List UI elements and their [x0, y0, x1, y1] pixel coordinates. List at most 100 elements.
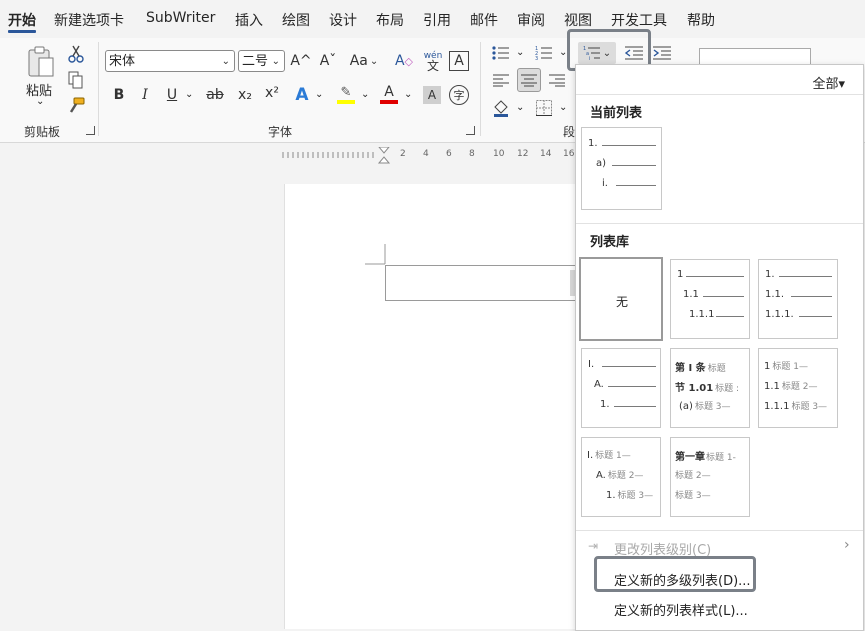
list-line: [608, 386, 656, 387]
level-label: 1.1.1: [689, 309, 715, 320]
tab-help[interactable]: 帮助: [687, 10, 715, 30]
align-center-icon[interactable]: [517, 68, 541, 92]
tab-review[interactable]: 审阅: [517, 10, 545, 30]
chevron-down-icon[interactable]: ⌄: [404, 89, 412, 100]
divider: [576, 530, 863, 531]
format-painter-icon[interactable]: [66, 96, 86, 116]
level-label: I. 标题 1—: [587, 450, 631, 461]
text-box[interactable]: [385, 265, 581, 301]
ruler-tick: 14: [540, 149, 552, 159]
italic-button[interactable]: I: [136, 85, 154, 105]
font-name-combo[interactable]: 宋体 ⌄: [105, 50, 235, 72]
list-style-heading-numeric[interactable]: 1 标题 1— 1.1 标题 2— 1.1.1 标题 3—: [758, 348, 838, 428]
chevron-down-icon[interactable]: ⌄: [361, 89, 369, 100]
level-label: 1.: [765, 269, 775, 280]
borders-icon[interactable]: [534, 98, 554, 118]
font-color-icon[interactable]: A: [378, 82, 400, 106]
list-line: [686, 276, 744, 277]
phonetic-bottom: 文: [426, 59, 439, 73]
list-line: [616, 185, 656, 186]
font-size-value: 二号: [242, 54, 269, 69]
paste-dropdown-icon[interactable]: ⌄: [36, 96, 44, 107]
superscript-button[interactable]: x²: [262, 83, 282, 103]
tab-view[interactable]: 视图: [564, 10, 592, 30]
level-label: a): [596, 158, 607, 169]
tab-references[interactable]: 引用: [423, 10, 451, 30]
subscript-button[interactable]: x₂: [235, 85, 255, 105]
list-style-roman[interactable]: I. A. 1.: [581, 348, 661, 428]
chevron-down-icon[interactable]: ⌄: [185, 89, 193, 100]
tab-draw[interactable]: 绘图: [282, 10, 310, 30]
align-right-icon[interactable]: [547, 71, 567, 89]
font-group-label: 字体: [268, 125, 293, 139]
align-left-icon[interactable]: [491, 71, 511, 89]
char-border-button[interactable]: A: [449, 51, 469, 71]
font-launcher-icon[interactable]: [466, 126, 475, 135]
paragraph-group-label: 段: [563, 125, 576, 139]
list-line: [614, 406, 656, 407]
level-label: i.: [602, 178, 608, 189]
phonetic-guide-button[interactable]: wén 文: [422, 48, 444, 74]
tab-subwriter[interactable]: SubWriter: [146, 10, 215, 26]
list-style-article-section[interactable]: 第 Ⅰ 条标题 节 1.01 标题 : (a) 标题 3—: [670, 348, 750, 428]
divider: [576, 223, 863, 224]
tab-developer[interactable]: 开发工具: [611, 10, 667, 30]
change-case-label: Aa: [349, 53, 368, 69]
cut-icon[interactable]: [66, 44, 86, 64]
list-style-numeric[interactable]: 1 1.1 1.1.1: [670, 259, 750, 339]
list-style-none[interactable]: 无: [579, 257, 663, 341]
level-label: 1.1.1.: [765, 309, 794, 320]
level-label: I.: [588, 359, 595, 370]
define-multilevel-highlight-box: [594, 556, 756, 592]
list-style-numeric-dotted[interactable]: 1. 1.1. 1.1.1.: [758, 259, 838, 339]
chevron-down-icon[interactable]: ⌄: [315, 89, 323, 100]
current-list-thumbnail[interactable]: 1. a) i.: [581, 127, 662, 210]
change-case-button[interactable]: Aa ⌄: [346, 50, 382, 72]
font-size-combo[interactable]: 二号 ⌄: [238, 50, 285, 72]
tab-home[interactable]: 开始: [8, 10, 36, 30]
shrink-font-button[interactable]: Aˇ: [317, 50, 339, 72]
copy-icon[interactable]: [66, 70, 86, 90]
ruler-tick: 6: [446, 149, 452, 159]
paste-icon[interactable]: [24, 44, 58, 80]
list-line: [703, 296, 744, 297]
filter-all-dropdown[interactable]: 全部▾: [812, 73, 845, 92]
tab-design[interactable]: 设计: [329, 10, 357, 30]
char-shading-button[interactable]: A: [423, 86, 441, 104]
tab-insert[interactable]: 插入: [235, 10, 263, 30]
highlighter-icon[interactable]: ✎: [335, 82, 357, 106]
chevron-down-icon[interactable]: ⌄: [559, 102, 567, 113]
level-label: 1.1.1 标题 3—: [764, 401, 828, 412]
tab-new-tab[interactable]: 新建选项卡: [54, 10, 124, 30]
level-label: 1.1.: [765, 289, 785, 300]
ruler-tick: 12: [517, 149, 529, 159]
clipboard-launcher-icon[interactable]: [86, 126, 95, 135]
none-label: 无: [616, 295, 629, 309]
text-effects-icon[interactable]: A: [292, 84, 312, 106]
define-list-style-item[interactable]: 定义新的列表样式(L)...: [614, 600, 748, 619]
tab-mailings[interactable]: 邮件: [470, 10, 498, 30]
tab-layout[interactable]: 布局: [376, 10, 404, 30]
group-divider: [480, 42, 481, 136]
numbering-icon[interactable]: 123: [534, 44, 554, 62]
list-line: [602, 366, 656, 367]
level-label: 第一章标题 1-: [675, 452, 736, 463]
multilevel-list-dropdown: 全部▾ 当前列表 1. a) i. 列表库 无 1 1.1 1.1.1 1. 1…: [575, 64, 864, 631]
shading-icon[interactable]: [491, 98, 511, 118]
list-style-chapter[interactable]: 第一章标题 1- 标题 2— 标题 3—: [670, 437, 750, 517]
list-line: [779, 276, 832, 277]
ribbon-tabs: 开始 新建选项卡 SubWriter 插入 绘图 设计 布局 引用 邮件 审阅 …: [0, 0, 865, 38]
clear-format-icon[interactable]: A ◇: [393, 50, 415, 72]
bullets-icon[interactable]: [491, 44, 511, 62]
divider: [576, 94, 863, 95]
underline-button[interactable]: U: [163, 85, 181, 105]
strikethrough-button[interactable]: ab: [204, 85, 226, 105]
list-style-heading-roman[interactable]: I. 标题 1— A. 标题 2— 1. 标题 3—: [581, 437, 661, 517]
chevron-down-icon[interactable]: ⌄: [516, 102, 524, 113]
chevron-down-icon[interactable]: ⌄: [516, 47, 524, 58]
enclose-char-icon[interactable]: 字: [449, 85, 469, 105]
level-label: 1.1 标题 2—: [764, 381, 818, 392]
increase-indent-icon[interactable]: [652, 44, 672, 62]
grow-font-button[interactable]: A^: [290, 50, 312, 72]
bold-button[interactable]: B: [110, 85, 128, 105]
